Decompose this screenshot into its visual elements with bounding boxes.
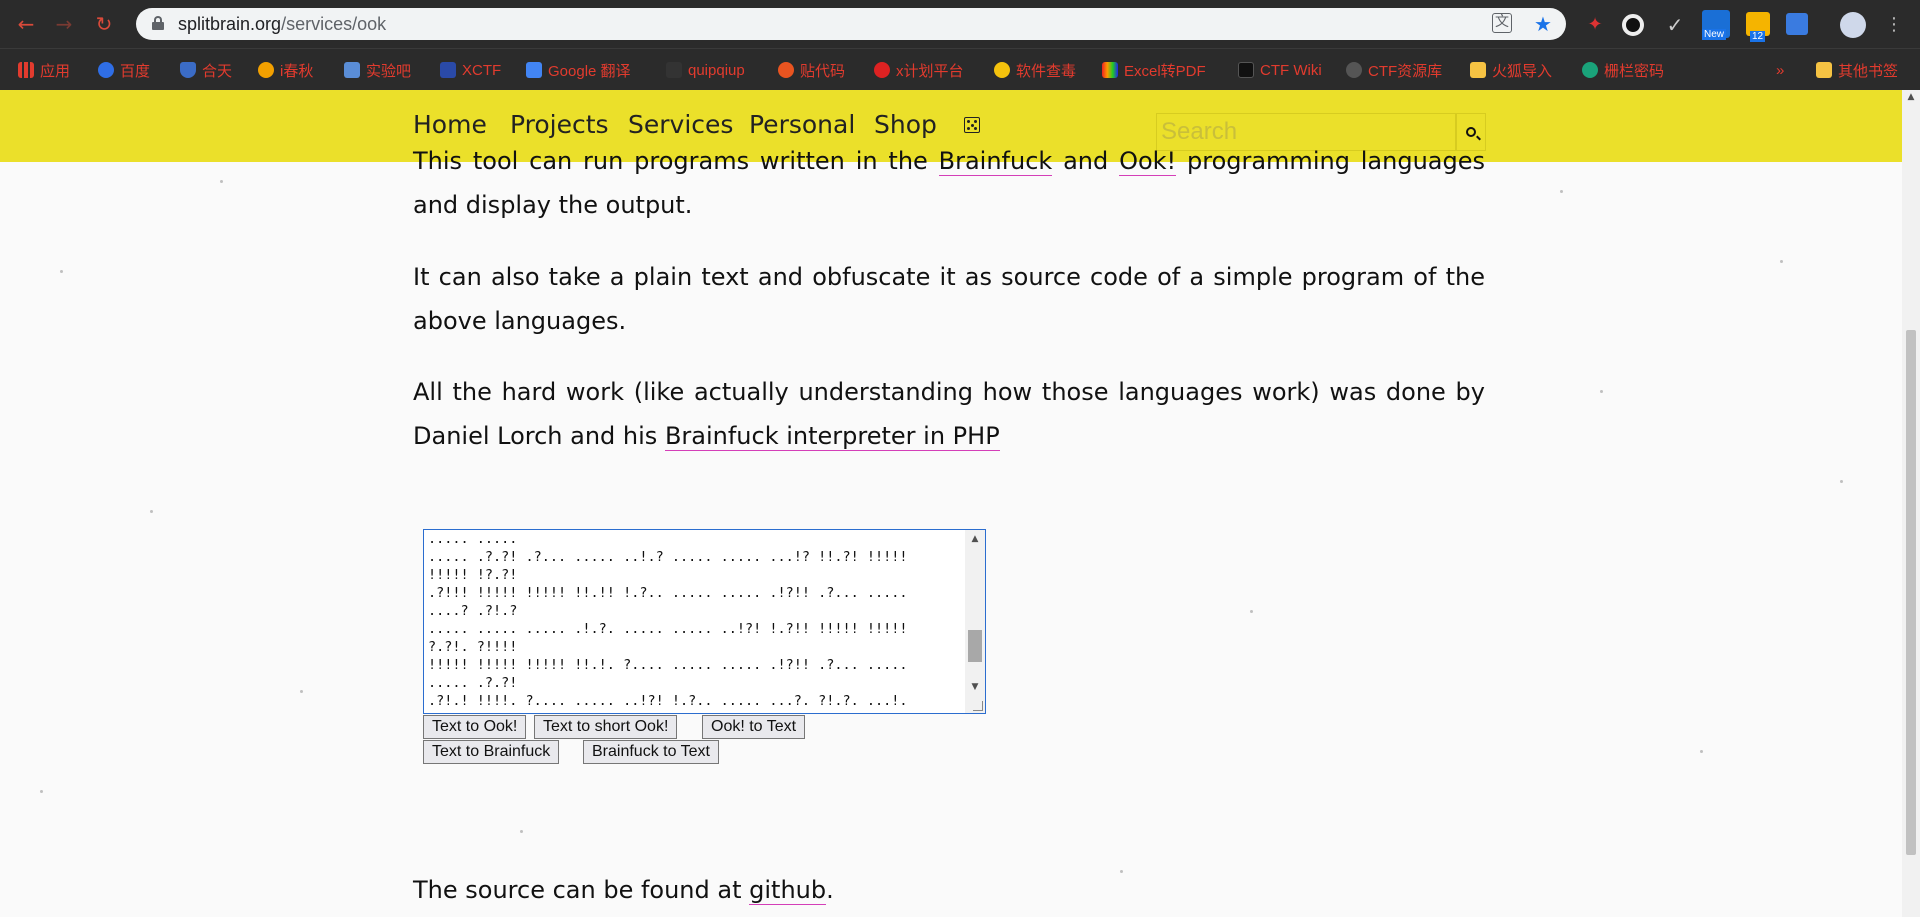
apps-grid-icon xyxy=(18,62,34,78)
bookmarks-bar: 应用 百度 合天 i春秋 实验吧 XCTF Google 翻译 quipqiup… xyxy=(0,48,1920,90)
textarea-scroll-thumb[interactable] xyxy=(968,630,982,662)
google-translate-icon xyxy=(526,62,542,78)
bookmark-firefox-import[interactable]: 火狐导入 xyxy=(1470,58,1552,82)
circle-extension-icon[interactable] xyxy=(1622,14,1644,36)
nav-personal[interactable]: Personal xyxy=(749,110,855,139)
bookmark-baidu[interactable]: 百度 xyxy=(98,58,150,82)
virus-scan-icon xyxy=(994,62,1010,78)
crosshair-extension-icon[interactable]: ✦ xyxy=(1582,12,1608,38)
ichunqiu-icon xyxy=(258,62,274,78)
ctf-wiki-icon xyxy=(1238,62,1254,78)
bookmark-rail-fence[interactable]: 栅栏密码 xyxy=(1582,58,1664,82)
text-to-ook-button[interactable]: Text to Ook! xyxy=(423,715,527,739)
browser-toolbar: ← → ↻ splitbrain.org/services/ook 文 ★ ✦ … xyxy=(0,0,1920,48)
bookmark-hetian[interactable]: 合天 xyxy=(180,58,232,82)
page-scrollbar[interactable]: ▲ xyxy=(1902,90,1920,917)
scroll-down-arrow-icon[interactable]: ▼ xyxy=(965,680,985,694)
scroll-up-arrow-icon[interactable]: ▲ xyxy=(965,532,985,546)
forward-arrow-icon[interactable]: → xyxy=(52,12,76,36)
folder-icon xyxy=(1470,62,1486,78)
intro-paragraph: This tool can run programs written in th… xyxy=(413,147,1485,219)
ctf-resources-icon xyxy=(1346,62,1362,78)
bookmark-extension-icon[interactable] xyxy=(1786,13,1808,35)
back-arrow-icon[interactable]: ← xyxy=(14,12,38,36)
nav-services[interactable]: Services xyxy=(628,110,733,139)
bookmarks-overflow-chevron-icon[interactable]: » xyxy=(1776,58,1784,82)
bookmark-shiyanba[interactable]: 实验吧 xyxy=(344,58,411,82)
check-extension-icon[interactable]: ✓ xyxy=(1662,12,1688,38)
quipqiup-icon xyxy=(666,62,682,78)
source-paragraph: The source can be found at github. xyxy=(413,876,834,905)
search-icon xyxy=(1466,127,1476,137)
bookmark-xctf[interactable]: XCTF xyxy=(440,58,501,82)
random-dice-icon[interactable] xyxy=(964,117,980,133)
bookmark-ctf-resources[interactable]: CTF资源库 xyxy=(1346,58,1442,82)
excel-pdf-icon xyxy=(1102,62,1118,78)
ook-link[interactable]: Ook! xyxy=(1119,147,1177,176)
menu-kebab-icon[interactable]: ⋮ xyxy=(1884,12,1904,38)
resize-handle-icon[interactable] xyxy=(973,701,983,711)
bookmark-excel-pdf[interactable]: Excel转PDF xyxy=(1102,58,1206,82)
text-to-short-ook-button[interactable]: Text to short Ook! xyxy=(534,715,678,739)
bookmark-x-plan[interactable]: x计划平台 xyxy=(874,58,964,82)
rail-fence-icon xyxy=(1582,62,1598,78)
brainfuck-link[interactable]: Brainfuck xyxy=(938,147,1053,176)
ubuntu-icon xyxy=(778,62,794,78)
bookmark-quipqiup[interactable]: quipqiup xyxy=(666,58,745,82)
page-content: Home Projects Services Personal Shop Thi… xyxy=(0,90,1902,917)
github-link[interactable]: github xyxy=(749,876,827,905)
bookmark-apps[interactable]: 应用 xyxy=(18,58,70,82)
ook-to-text-button[interactable]: Ook! to Text xyxy=(702,715,806,739)
xctf-icon xyxy=(440,62,456,78)
shiyanba-icon xyxy=(344,62,360,78)
bookmark-ichunqiu[interactable]: i春秋 xyxy=(258,58,313,82)
text-to-brainfuck-button[interactable]: Text to Brainfuck xyxy=(423,740,560,764)
x-plan-icon xyxy=(874,62,890,78)
baidu-icon xyxy=(98,62,114,78)
folder-icon xyxy=(1816,62,1832,78)
bookmark-ctf-wiki[interactable]: CTF Wiki xyxy=(1238,58,1322,82)
reload-icon[interactable]: ↻ xyxy=(92,12,116,36)
shield-icon xyxy=(180,62,196,78)
nav-home[interactable]: Home xyxy=(413,110,487,139)
bookmark-paste-code[interactable]: 贴代码 xyxy=(778,58,845,82)
page-scroll-up-arrow-icon[interactable]: ▲ xyxy=(1902,90,1920,104)
page-scroll-thumb[interactable] xyxy=(1906,330,1916,855)
nav-shop[interactable]: Shop xyxy=(874,110,937,139)
bookmark-other[interactable]: 其他书签 xyxy=(1816,58,1898,82)
lock-icon xyxy=(152,16,164,30)
avatar[interactable] xyxy=(1840,12,1866,38)
code-textarea[interactable] xyxy=(426,530,961,710)
grid-extension-icon[interactable]: 12 xyxy=(1746,12,1770,42)
bookmark-google-translate[interactable]: Google 翻译 xyxy=(526,58,631,82)
brainfuck-to-text-button[interactable]: Brainfuck to Text xyxy=(583,740,719,764)
bookmark-virus-scan[interactable]: 软件查毒 xyxy=(994,58,1076,82)
brainfuck-interpreter-link[interactable]: Brainfuck interpreter in PHP xyxy=(664,422,1000,451)
textarea-scrollbar[interactable]: ▲ ▼ xyxy=(965,530,985,713)
address-bar[interactable]: splitbrain.org/services/ook 文 ★ xyxy=(136,8,1566,40)
obfuscate-paragraph: It can also take a plain text and obfusc… xyxy=(413,263,1485,335)
nav-projects[interactable]: Projects xyxy=(510,110,609,139)
translate-icon[interactable]: 文 xyxy=(1492,13,1512,33)
url-text[interactable]: splitbrain.org/services/ook xyxy=(178,14,386,35)
credits-paragraph: All the hard work (like actually underst… xyxy=(413,378,1485,451)
star-bookmark-icon[interactable]: ★ xyxy=(1532,13,1554,35)
code-textarea-frame: ▲ ▼ xyxy=(423,529,986,714)
news-extension-icon[interactable]: New xyxy=(1702,10,1730,40)
